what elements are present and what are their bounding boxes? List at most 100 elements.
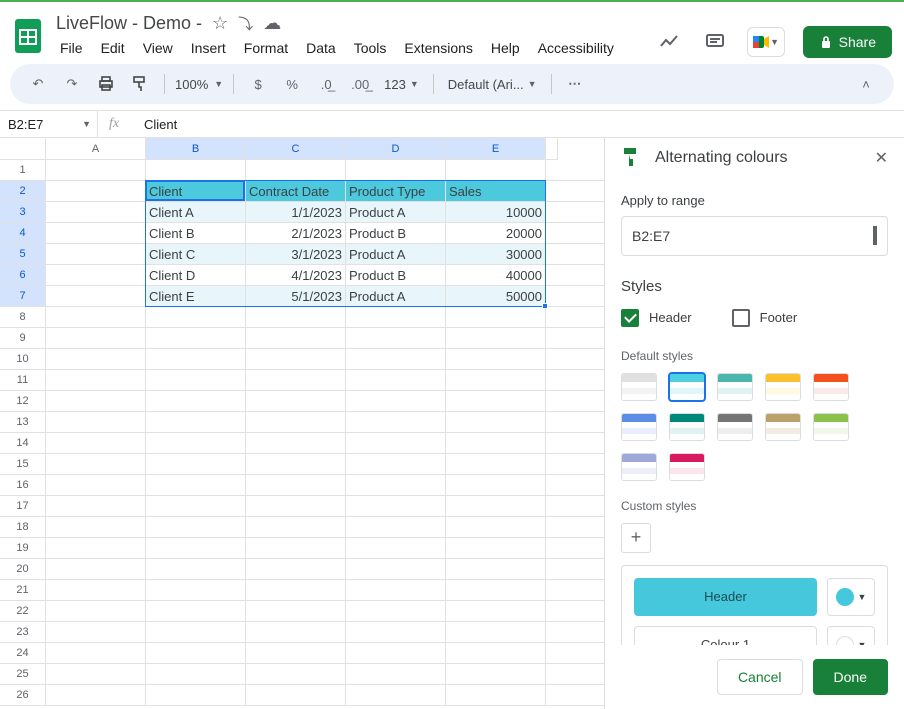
menu-tools[interactable]: Tools [346, 36, 395, 60]
cell[interactable]: Client E [146, 286, 246, 307]
cell[interactable] [546, 601, 604, 622]
cell[interactable] [546, 370, 604, 391]
cell[interactable] [346, 643, 446, 664]
column-header[interactable]: D [346, 138, 446, 160]
row-header[interactable]: 8 [0, 307, 46, 328]
column-header[interactable]: B [146, 138, 246, 160]
cell[interactable] [146, 433, 246, 454]
row-header[interactable]: 16 [0, 475, 46, 496]
collapse-toolbar-icon[interactable]: ˄ [852, 70, 880, 98]
cell[interactable] [246, 496, 346, 517]
cell[interactable]: Contract Date [246, 181, 346, 202]
cell[interactable] [146, 580, 246, 601]
cell[interactable] [246, 622, 346, 643]
menu-view[interactable]: View [135, 36, 181, 60]
cell[interactable] [246, 517, 346, 538]
cell[interactable] [546, 223, 604, 244]
currency-icon[interactable]: $ [244, 70, 272, 98]
row-header[interactable]: 14 [0, 433, 46, 454]
row-header[interactable]: 11 [0, 370, 46, 391]
menu-extensions[interactable]: Extensions [396, 36, 480, 60]
header-checkbox[interactable]: Header [621, 309, 692, 327]
cell[interactable] [446, 328, 546, 349]
cell[interactable] [346, 685, 446, 706]
column-header[interactable]: C [246, 138, 346, 160]
cell[interactable] [546, 160, 604, 181]
cell[interactable] [446, 580, 546, 601]
cell[interactable] [446, 622, 546, 643]
cell[interactable]: Client C [146, 244, 246, 265]
cell[interactable] [46, 328, 146, 349]
cell[interactable] [446, 370, 546, 391]
comments-icon[interactable] [701, 28, 729, 56]
menu-file[interactable]: File [52, 36, 91, 60]
cell[interactable] [146, 328, 246, 349]
row-header[interactable]: 25 [0, 664, 46, 685]
cell[interactable]: 30000 [446, 244, 546, 265]
cell[interactable] [246, 433, 346, 454]
cell[interactable]: 3/1/2023 [246, 244, 346, 265]
cell[interactable] [146, 622, 246, 643]
cell[interactable] [446, 496, 546, 517]
row-header[interactable]: 5 [0, 244, 46, 265]
cell[interactable] [46, 370, 146, 391]
cell[interactable]: Client A [146, 202, 246, 223]
cell[interactable] [46, 265, 146, 286]
cell[interactable]: 1/1/2023 [246, 202, 346, 223]
cell[interactable]: 4/1/2023 [246, 265, 346, 286]
cell[interactable] [46, 412, 146, 433]
cell[interactable] [546, 538, 604, 559]
cloud-icon[interactable]: ☁ [263, 13, 281, 34]
cell[interactable] [46, 643, 146, 664]
name-box[interactable]: B2:E7▼ [0, 111, 98, 137]
cell[interactable] [346, 454, 446, 475]
decrease-decimal-icon[interactable]: .0̲ [312, 70, 340, 98]
cell[interactable]: 2/1/2023 [246, 223, 346, 244]
cell[interactable] [446, 412, 546, 433]
menu-accessibility[interactable]: Accessibility [530, 36, 622, 60]
cell[interactable] [246, 601, 346, 622]
cell[interactable] [46, 622, 146, 643]
range-input[interactable]: B2:E7 [621, 216, 888, 256]
cell[interactable] [446, 475, 546, 496]
cell[interactable] [246, 412, 346, 433]
cell[interactable] [446, 538, 546, 559]
cell[interactable]: Client D [146, 265, 246, 286]
row-header[interactable]: 21 [0, 580, 46, 601]
paint-format-icon[interactable] [126, 70, 154, 98]
menu-format[interactable]: Format [236, 36, 296, 60]
row-header[interactable]: 24 [0, 643, 46, 664]
cell[interactable] [546, 454, 604, 475]
cell[interactable] [246, 475, 346, 496]
cell[interactable]: Product A [346, 202, 446, 223]
cell[interactable]: 20000 [446, 223, 546, 244]
cell[interactable] [46, 580, 146, 601]
percent-icon[interactable]: % [278, 70, 306, 98]
cell[interactable] [446, 433, 546, 454]
cell[interactable] [46, 244, 146, 265]
style-swatch[interactable] [621, 373, 657, 401]
cell[interactable] [446, 559, 546, 580]
zoom-select[interactable]: 100%▼ [175, 77, 223, 92]
timeline-icon[interactable] [655, 28, 683, 56]
cell[interactable]: Product B [346, 265, 446, 286]
cell[interactable] [246, 538, 346, 559]
cell[interactable] [146, 643, 246, 664]
cell[interactable] [546, 580, 604, 601]
cell[interactable] [546, 391, 604, 412]
cell[interactable] [346, 412, 446, 433]
cell[interactable] [246, 454, 346, 475]
cell[interactable] [146, 307, 246, 328]
row-header[interactable]: 26 [0, 685, 46, 706]
cell[interactable] [546, 244, 604, 265]
row-header[interactable]: 23 [0, 622, 46, 643]
cell[interactable] [146, 391, 246, 412]
cell[interactable] [46, 286, 146, 307]
cell[interactable]: 40000 [446, 265, 546, 286]
style-swatch[interactable] [621, 453, 657, 481]
style-swatch[interactable] [765, 373, 801, 401]
cell[interactable] [346, 496, 446, 517]
more-toolbar-icon[interactable]: ⋯ [562, 70, 590, 98]
cell[interactable] [146, 517, 246, 538]
menu-help[interactable]: Help [483, 36, 528, 60]
